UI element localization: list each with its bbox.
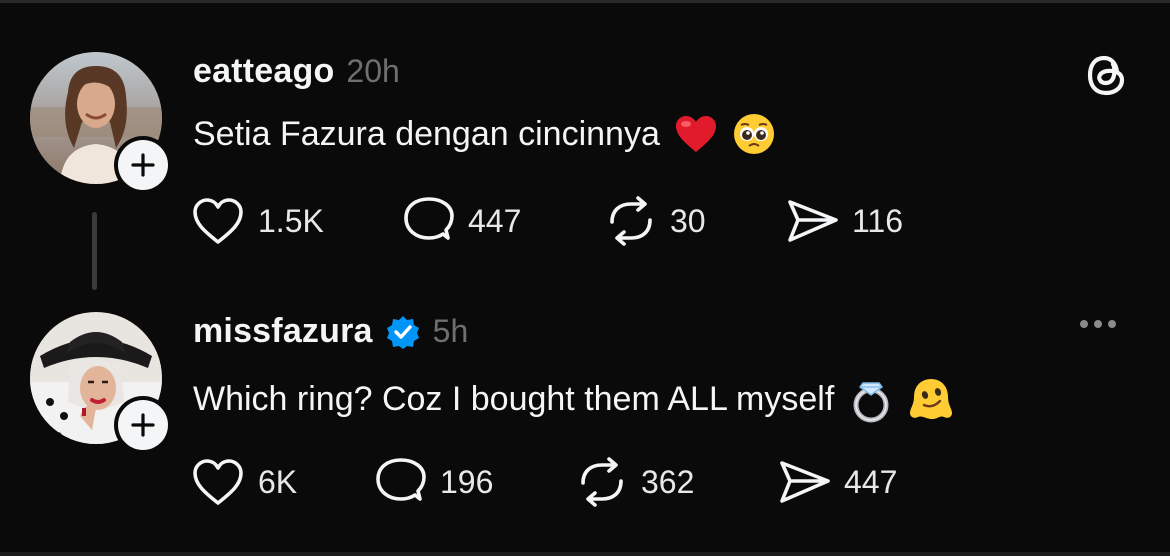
reply-button[interactable]: 196 (374, 457, 575, 507)
share-button[interactable]: 116 (786, 196, 903, 246)
username[interactable]: eatteago (193, 52, 334, 91)
thread-connector-line (92, 212, 97, 290)
like-button[interactable]: 6K (190, 457, 374, 507)
share-count: 447 (844, 463, 898, 500)
repost-count: 30 (670, 202, 706, 239)
comment-bubble-icon (402, 196, 456, 246)
plus-icon (131, 153, 155, 177)
timestamp: 5h (432, 313, 469, 349)
send-icon (786, 196, 840, 246)
post-actions: 6K 196 362 447 (190, 457, 897, 507)
repost-button[interactable]: 362 (575, 457, 778, 507)
reply-count: 196 (440, 463, 494, 500)
repost-button[interactable]: 30 (604, 196, 786, 246)
repost-icon (575, 457, 629, 507)
share-count: 116 (852, 202, 904, 239)
reply-button[interactable]: 447 (402, 196, 604, 246)
thread-post: eatteago 20h Setia Fazura dengan cincinn… (0, 0, 1170, 300)
post-actions: 1.5K 447 30 116 (190, 196, 903, 246)
ring-emoji (848, 375, 894, 423)
like-count: 1.5K (258, 202, 324, 239)
post-header: missfazura 5h (193, 312, 468, 351)
melting-face-emoji (908, 377, 954, 421)
red-heart-emoji (674, 114, 718, 154)
more-horizontal-icon[interactable] (1080, 320, 1116, 328)
heart-icon (190, 457, 246, 507)
post-header: eatteago 20h (193, 52, 400, 91)
repost-count: 362 (641, 463, 695, 500)
pleading-face-emoji (732, 112, 776, 156)
follow-button[interactable] (114, 396, 172, 454)
post-text: Which ring? Coz I bought them ALL myself (193, 375, 954, 423)
follow-button[interactable] (114, 136, 172, 194)
post-text-content: Which ring? Coz I bought them ALL myself (193, 379, 835, 418)
thread-post: missfazura 5h Which ring? Coz I bought t… (0, 300, 1170, 556)
heart-icon (190, 196, 246, 246)
like-count: 6K (258, 463, 298, 500)
verified-badge-icon (385, 314, 421, 350)
threads-logo-icon[interactable] (1084, 50, 1130, 105)
repost-icon (604, 196, 658, 246)
plus-icon (131, 413, 155, 437)
avatar-container (30, 312, 172, 454)
share-button[interactable]: 447 (778, 457, 897, 507)
like-button[interactable]: 1.5K (190, 196, 402, 246)
avatar-container (30, 52, 172, 194)
bottom-divider (0, 552, 1170, 556)
post-text-content: Setia Fazura dengan cincinnya (193, 114, 660, 153)
reply-count: 447 (468, 202, 522, 239)
timestamp: 20h (346, 53, 400, 89)
comment-bubble-icon (374, 457, 428, 507)
username[interactable]: missfazura (193, 312, 373, 351)
post-text: Setia Fazura dengan cincinnya (193, 112, 776, 156)
send-icon (778, 457, 832, 507)
